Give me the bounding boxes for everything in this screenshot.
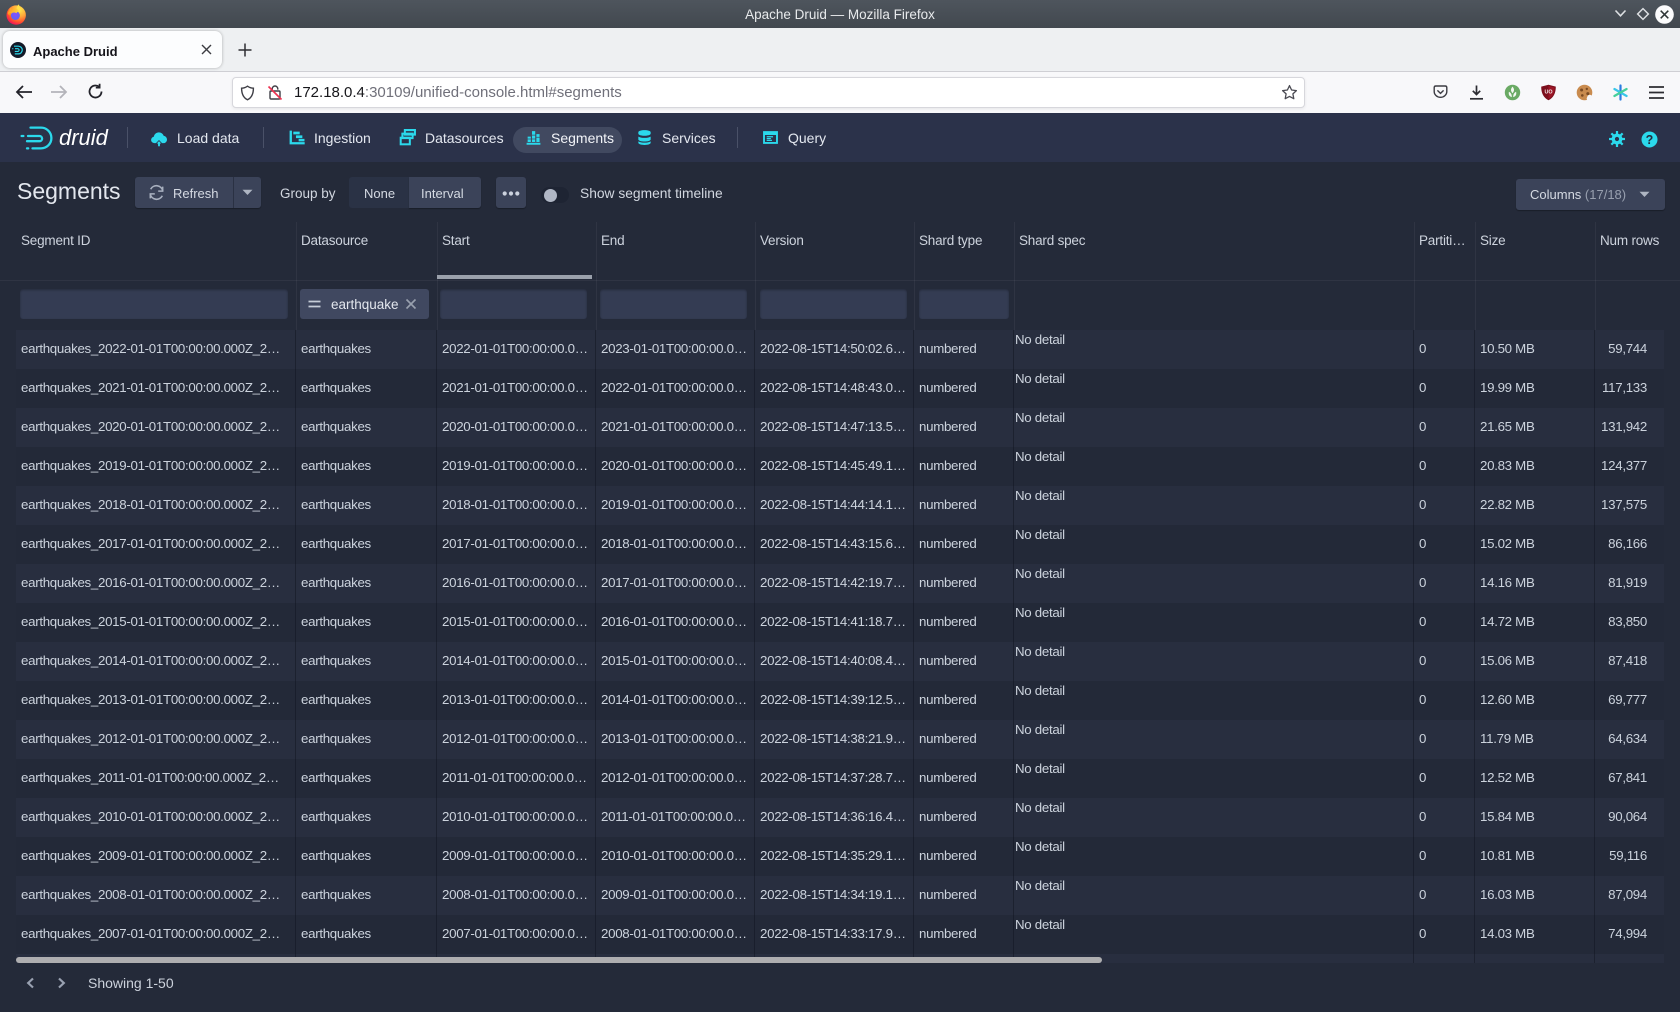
svg-text:?: ? [1646, 133, 1654, 147]
svg-text:UO: UO [1544, 90, 1552, 96]
